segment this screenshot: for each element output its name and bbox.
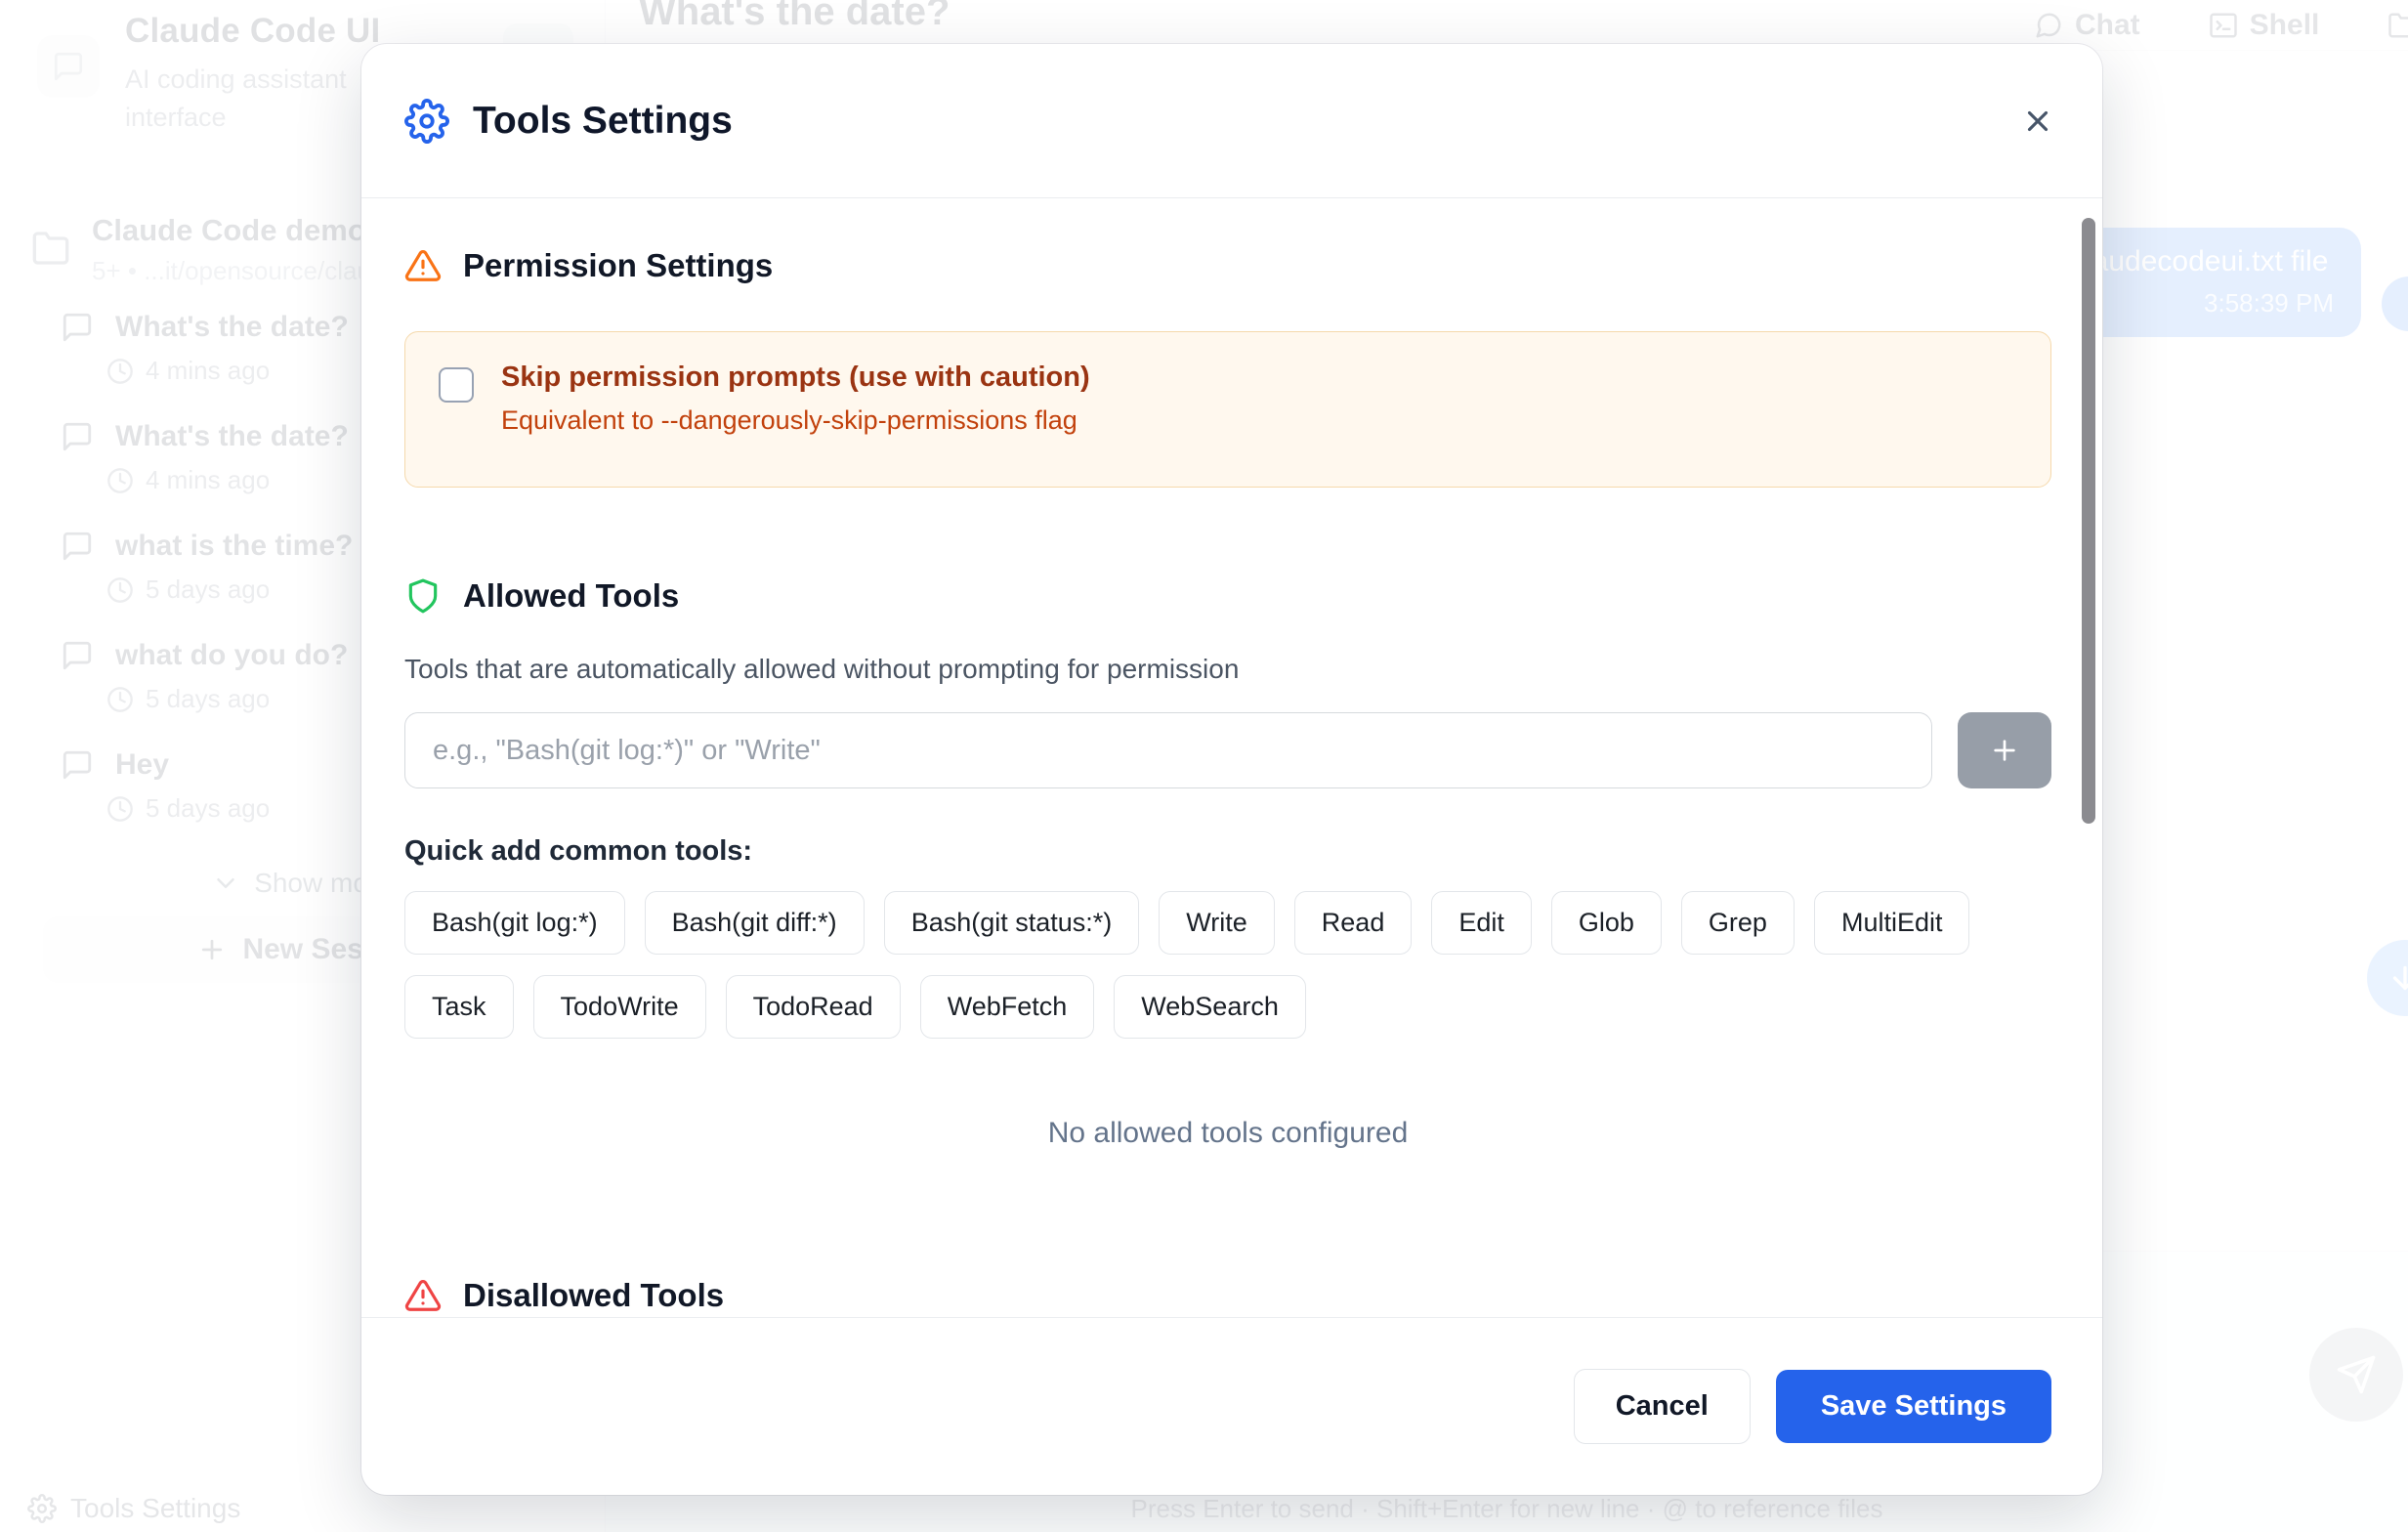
cancel-button[interactable]: Cancel <box>1574 1369 1751 1444</box>
quick-tool-button[interactable]: Edit <box>1431 891 1532 955</box>
quick-tool-button[interactable]: Bash(git diff:*) <box>645 891 865 955</box>
quick-tool-button[interactable]: MultiEdit <box>1814 891 1970 955</box>
quick-tool-button[interactable]: WebSearch <box>1114 975 1306 1039</box>
save-settings-button[interactable]: Save Settings <box>1776 1370 2051 1443</box>
skip-permissions-box: Skip permission prompts (use with cautio… <box>404 331 2051 488</box>
disallowed-tools-title: Disallowed Tools <box>463 1277 724 1314</box>
allowed-tools-title: Allowed Tools <box>463 577 679 615</box>
app-screen: Claude Code UI AI coding assistant inter… <box>0 0 2408 1532</box>
plus-icon <box>1989 735 2020 766</box>
tools-settings-modal: Tools Settings Permission Settings Skip … <box>361 44 2102 1495</box>
quick-tool-button[interactable]: Task <box>404 975 514 1039</box>
add-tool-row <box>404 712 2051 788</box>
permission-settings-heading: Permission Settings <box>404 247 2051 284</box>
skip-permissions-title: Skip permission prompts (use with cautio… <box>501 362 1090 394</box>
quick-tool-button[interactable]: Bash(git status:*) <box>884 891 1140 955</box>
allowed-tools-heading: Allowed Tools <box>404 577 2051 615</box>
quick-tool-button[interactable]: Bash(git log:*) <box>404 891 625 955</box>
skip-permissions-subtitle: Equivalent to --dangerously-skip-permiss… <box>501 405 1090 436</box>
allowed-tools-description: Tools that are automatically allowed wit… <box>404 654 2051 685</box>
shield-icon <box>404 577 442 615</box>
quick-tool-button[interactable]: TodoRead <box>726 975 901 1039</box>
quick-tool-button[interactable]: Write <box>1159 891 1275 955</box>
modal-header: Tools Settings <box>361 44 2102 198</box>
quick-tool-button[interactable]: Grep <box>1681 891 1795 955</box>
add-tool-button[interactable] <box>1958 712 2051 788</box>
quick-tool-button[interactable]: Glob <box>1551 891 1662 955</box>
quick-tool-button[interactable]: WebFetch <box>920 975 1095 1039</box>
permission-settings-title: Permission Settings <box>463 247 773 284</box>
modal-scrollbar-thumb[interactable] <box>2082 218 2095 824</box>
warning-triangle-icon <box>404 247 442 284</box>
quick-tools-list: Bash(git log:*) Bash(git diff:*) Bash(gi… <box>404 891 2051 1039</box>
allowed-tools-empty-state: No allowed tools configured <box>404 1117 2051 1150</box>
close-icon <box>2021 105 2054 138</box>
modal-footer: Cancel Save Settings <box>361 1317 2102 1495</box>
quick-tool-button[interactable]: Read <box>1294 891 1413 955</box>
close-button[interactable] <box>2016 100 2059 143</box>
quick-add-label: Quick add common tools: <box>404 835 2051 868</box>
gear-icon <box>404 99 449 144</box>
disallowed-tools-heading: Disallowed Tools <box>404 1277 2051 1314</box>
modal-title: Tools Settings <box>473 100 733 143</box>
allowed-tool-input[interactable] <box>404 712 1932 788</box>
modal-content: Permission Settings Skip permission prom… <box>361 198 2102 1317</box>
warning-triangle-icon <box>404 1277 442 1314</box>
skip-permissions-checkbox[interactable] <box>439 367 474 403</box>
quick-tool-button[interactable]: TodoWrite <box>533 975 706 1039</box>
